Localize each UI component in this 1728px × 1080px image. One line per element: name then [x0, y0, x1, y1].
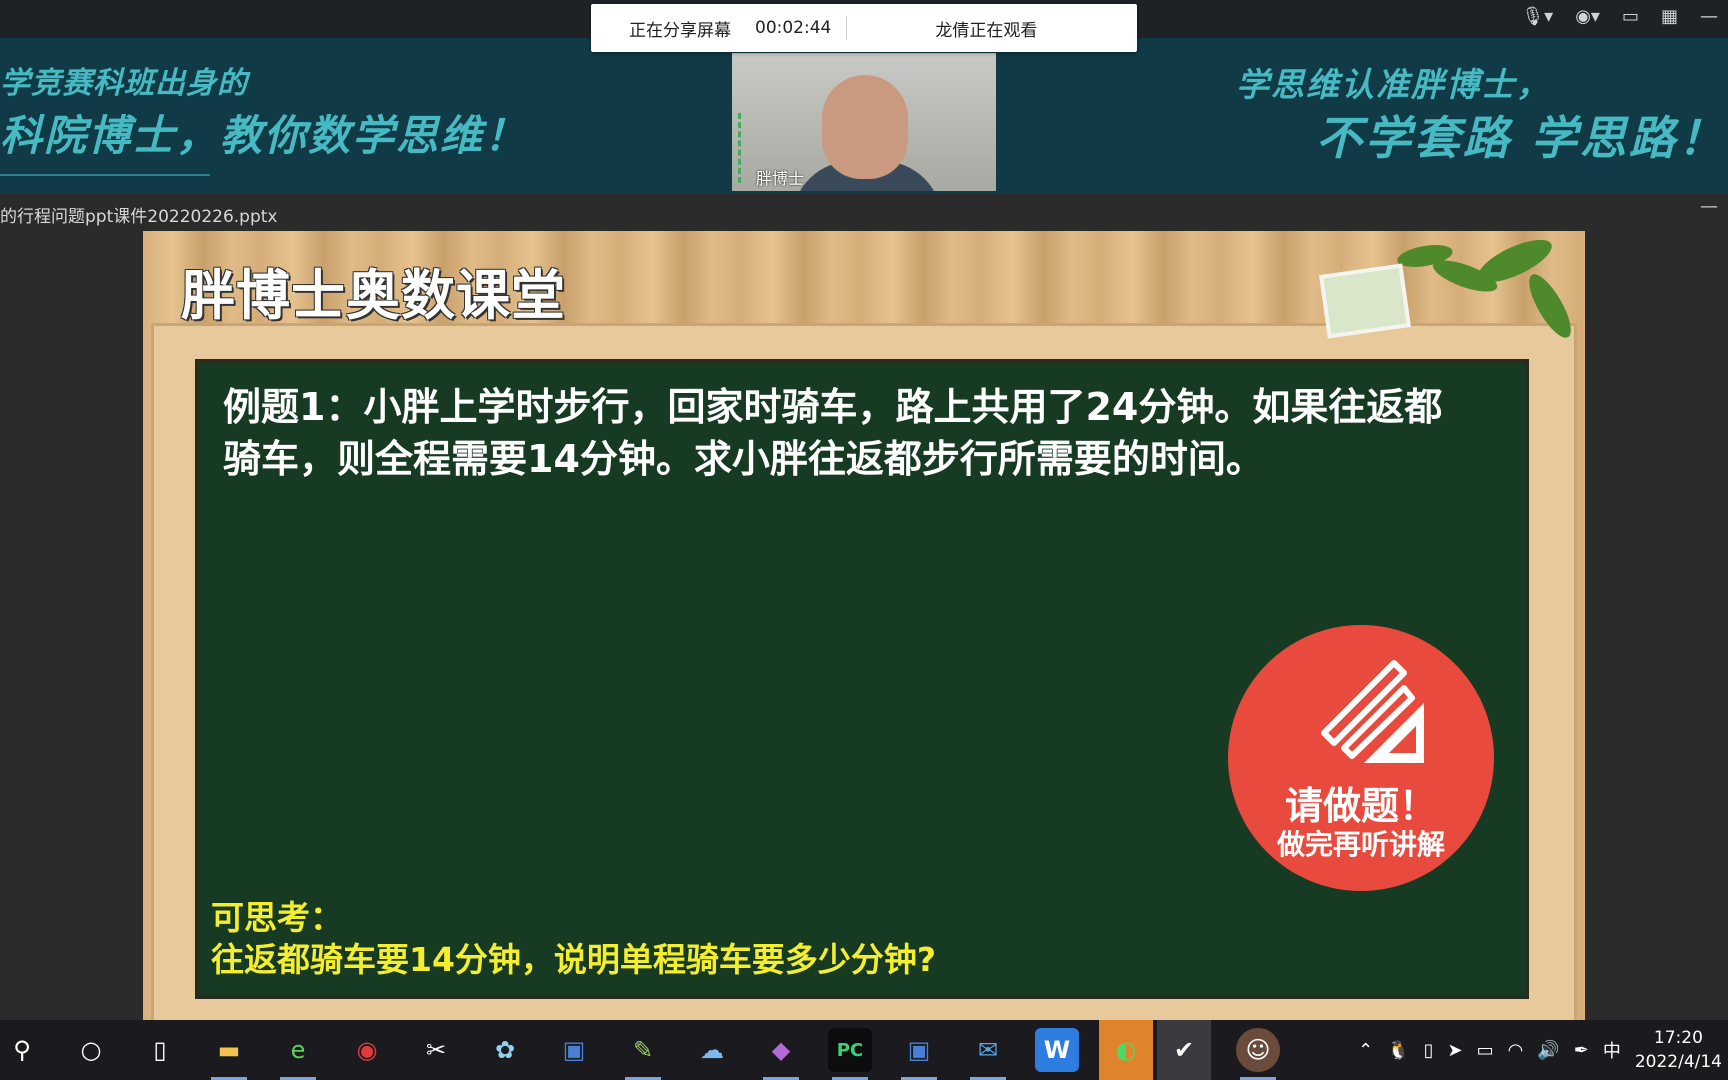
share-elapsed-time: 00:02:44 [755, 18, 832, 38]
camera-icon[interactable]: ◉▾ [1575, 6, 1600, 27]
participant-face [822, 75, 908, 179]
wps-icon[interactable]: W [1035, 1028, 1079, 1072]
wechat-icon[interactable]: ◐ [1099, 1020, 1153, 1080]
cortana-icon[interactable]: ○ [69, 1028, 113, 1072]
browser-icon[interactable]: e [276, 1028, 320, 1080]
system-tray: ⌃ 🐧 ▯ ➤ ▭ ◠ 🔊 ✒ 中 17:20 2022/4/14 [1358, 1020, 1728, 1080]
flower-app-icon[interactable]: ✿ [483, 1028, 527, 1072]
question-line-2: 骑车，则全程需要14分钟。求小胖往返都步行所需要的时间。 [223, 437, 1264, 481]
viewer-status: 龙倩正在观看 [935, 20, 1038, 41]
mail-icon[interactable]: ✉ [966, 1028, 1010, 1080]
banner-right-line2: 不学套路 学思路！ [1316, 111, 1728, 165]
meeting-controls: 🎙▾ ◉▾ ▭ ▦ — [1521, 6, 1718, 27]
pencil-ruler-icon [1321, 660, 1424, 763]
meeting-app-icon[interactable]: ◆ [759, 1028, 803, 1080]
minimize-icon[interactable]: — [1700, 6, 1718, 27]
volume-icon[interactable]: 🔊 [1537, 1040, 1559, 1061]
banner-left-line1: 学竞赛科班出身的 [0, 66, 248, 101]
badge-title: 请做题！ [1284, 784, 1437, 828]
grid-view-icon[interactable]: ▦ [1661, 6, 1678, 27]
participant-name: 胖博士 [756, 169, 805, 188]
ime-indicator[interactable]: 中 [1603, 1037, 1621, 1063]
video-editor-icon[interactable]: ✂ [414, 1028, 458, 1072]
banner-decoration-line [0, 174, 210, 176]
notepad-icon[interactable]: ✎ [621, 1028, 665, 1080]
pycharm-icon[interactable]: PC [828, 1028, 872, 1080]
share-status-text: 正在分享屏幕 [629, 20, 731, 41]
task-view-icon[interactable]: ▯ [138, 1028, 182, 1072]
hint-text: 往返都骑车要14分钟，说明单程骑车要多少分钟? [211, 940, 937, 979]
mic-level-icon [738, 113, 748, 183]
document-title: 的行程问题ppt课件20220226.pptx [0, 207, 278, 227]
participant-video-tile[interactable]: 胖博士 [732, 53, 996, 191]
file-explorer-icon[interactable]: ▬ [207, 1028, 251, 1080]
microphone-icon[interactable]: 🎙▾ [1521, 6, 1553, 27]
clock-date: 2022/4/14 [1634, 1052, 1722, 1072]
clock-time: 17:20 [1653, 1028, 1703, 1048]
do-exercise-badge: 请做题！ 做完再听讲解 [1228, 625, 1494, 891]
divider [846, 16, 848, 40]
wifi-icon[interactable]: ◠ [1508, 1040, 1524, 1061]
document-title-bar: 的行程问题ppt课件20220226.pptx — [0, 194, 1728, 228]
show-hidden-icons-icon[interactable]: ⌃ [1358, 1040, 1373, 1061]
banner-right-line1: 学思维认准胖博士， [1236, 65, 1551, 104]
active-app-icon[interactable]: ✔ [1157, 1020, 1211, 1080]
qq-icon[interactable]: 🐧 [1387, 1040, 1409, 1061]
save-app-icon[interactable]: ▣ [552, 1028, 596, 1072]
hint-label: 可思考： [211, 898, 343, 937]
telegram-icon[interactable]: ➤ [1447, 1040, 1462, 1061]
slide-brand-title: 胖博士奥数课堂 [181, 264, 566, 327]
screen-share-status-panel: 正在分享屏幕 00:02:44 龙倩正在观看 [591, 4, 1137, 52]
save-app-2-icon[interactable]: ▣ [897, 1028, 941, 1080]
avatar-icon[interactable]: ☺ [1236, 1028, 1280, 1080]
phone-icon[interactable]: ▯ [1424, 1040, 1434, 1061]
leaves-decoration-icon [1318, 239, 1571, 339]
question-text: 例题1：小胖上学时步行，回家时骑车，路上共用了24分钟。如果往返都 骑车，则全程… [223, 381, 1513, 485]
windows-taskbar: ⚲ ○ ▯ ▬ e ◉ ✂ ✿ ▣ ✎ ☁ ◆ PC ▣ ✉ W ◐ ✔ ☺ ⌃… [0, 1020, 1728, 1080]
badge-subtitle: 做完再听讲解 [1276, 828, 1445, 861]
question-line-1: 例题1：小胖上学时步行，回家时骑车，路上共用了24分钟。如果往返都 [223, 385, 1443, 429]
presentation-slide: 胖博士奥数课堂 例题1：小胖上学时步行，回家时骑车，路上共用了24分钟。如果往返… [143, 231, 1585, 1020]
banner-left-line2: 科院博士，教你数学思维！ [0, 111, 529, 160]
clock[interactable]: 17:20 2022/4/14 [1635, 1026, 1722, 1074]
search-icon[interactable]: ⚲ [0, 1028, 44, 1072]
pen-icon[interactable]: ✒ [1574, 1040, 1589, 1061]
cloud-app-icon[interactable]: ☁ [690, 1028, 734, 1072]
battery-icon[interactable]: ▭ [1477, 1040, 1494, 1061]
red-app-icon[interactable]: ◉ [345, 1028, 389, 1072]
document-minimize-button[interactable]: — [1700, 196, 1718, 217]
video-icon[interactable]: ▭ [1622, 6, 1639, 27]
